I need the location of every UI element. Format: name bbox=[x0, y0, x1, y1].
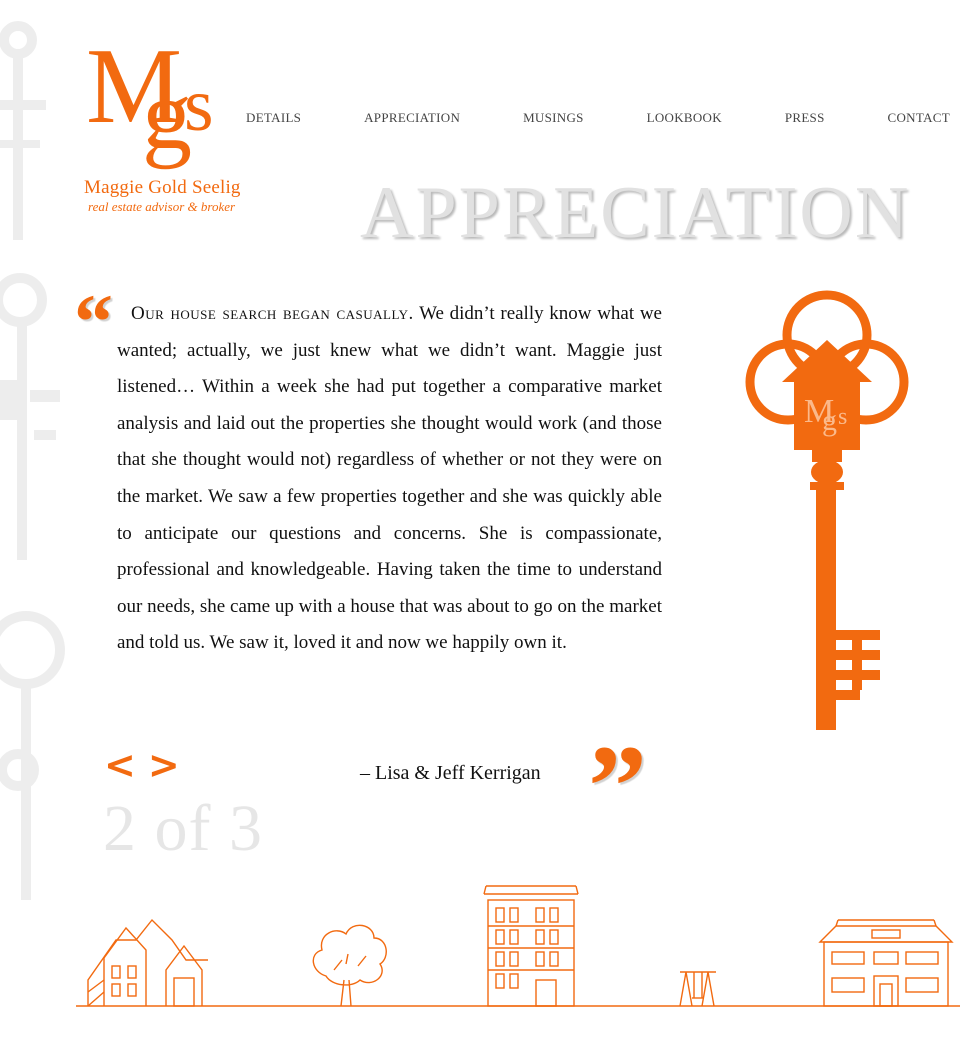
key-icon: M g s bbox=[745, 290, 909, 730]
nav-item-appreciation[interactable]: APPRECIATION bbox=[364, 110, 460, 126]
brand-tagline: real estate advisor & broker bbox=[88, 199, 236, 214]
brand-logo[interactable]: M g s Maggie Gold Seelig real estate adv… bbox=[84, 27, 244, 215]
nav-item-musings[interactable]: MUSINGS bbox=[523, 110, 584, 126]
page-title: APPRECIATION bbox=[360, 172, 911, 254]
chevron-right-icon[interactable]: > bbox=[148, 746, 180, 784]
testimonial-pager: < > bbox=[104, 746, 180, 784]
testimonial-body: We didn’t really know what we wanted; ac… bbox=[117, 303, 662, 654]
chevron-left-icon[interactable]: < bbox=[104, 746, 136, 784]
main-nav: DETAILS APPRECIATION MUSINGS LOOKBOOK PR… bbox=[246, 110, 950, 126]
brand-name: Maggie Gold Seelig bbox=[84, 177, 241, 198]
nav-item-details[interactable]: DETAILS bbox=[246, 110, 301, 126]
background-keys-decoration bbox=[0, 21, 65, 900]
testimonial-lead-in: Our house search began casually. bbox=[131, 303, 414, 324]
open-quote-mark: “ bbox=[74, 278, 113, 365]
testimonial-attribution: – Lisa & Jeff Kerrigan bbox=[360, 762, 541, 784]
page-counter: 2 of 3 bbox=[103, 792, 263, 865]
svg-text:g: g bbox=[822, 404, 837, 437]
nav-item-press[interactable]: PRESS bbox=[785, 110, 825, 126]
svg-text:s: s bbox=[838, 404, 847, 430]
neighborhood-illustration bbox=[76, 885, 960, 1007]
nav-item-contact[interactable]: CONTACT bbox=[888, 110, 950, 126]
testimonial-text: Our house search began casually. We didn… bbox=[117, 296, 662, 662]
svg-text:s: s bbox=[184, 63, 214, 147]
close-quote-mark: ” bbox=[588, 721, 647, 852]
monogram-logo: M g s bbox=[86, 27, 214, 170]
nav-item-lookbook[interactable]: LOOKBOOK bbox=[647, 110, 722, 126]
